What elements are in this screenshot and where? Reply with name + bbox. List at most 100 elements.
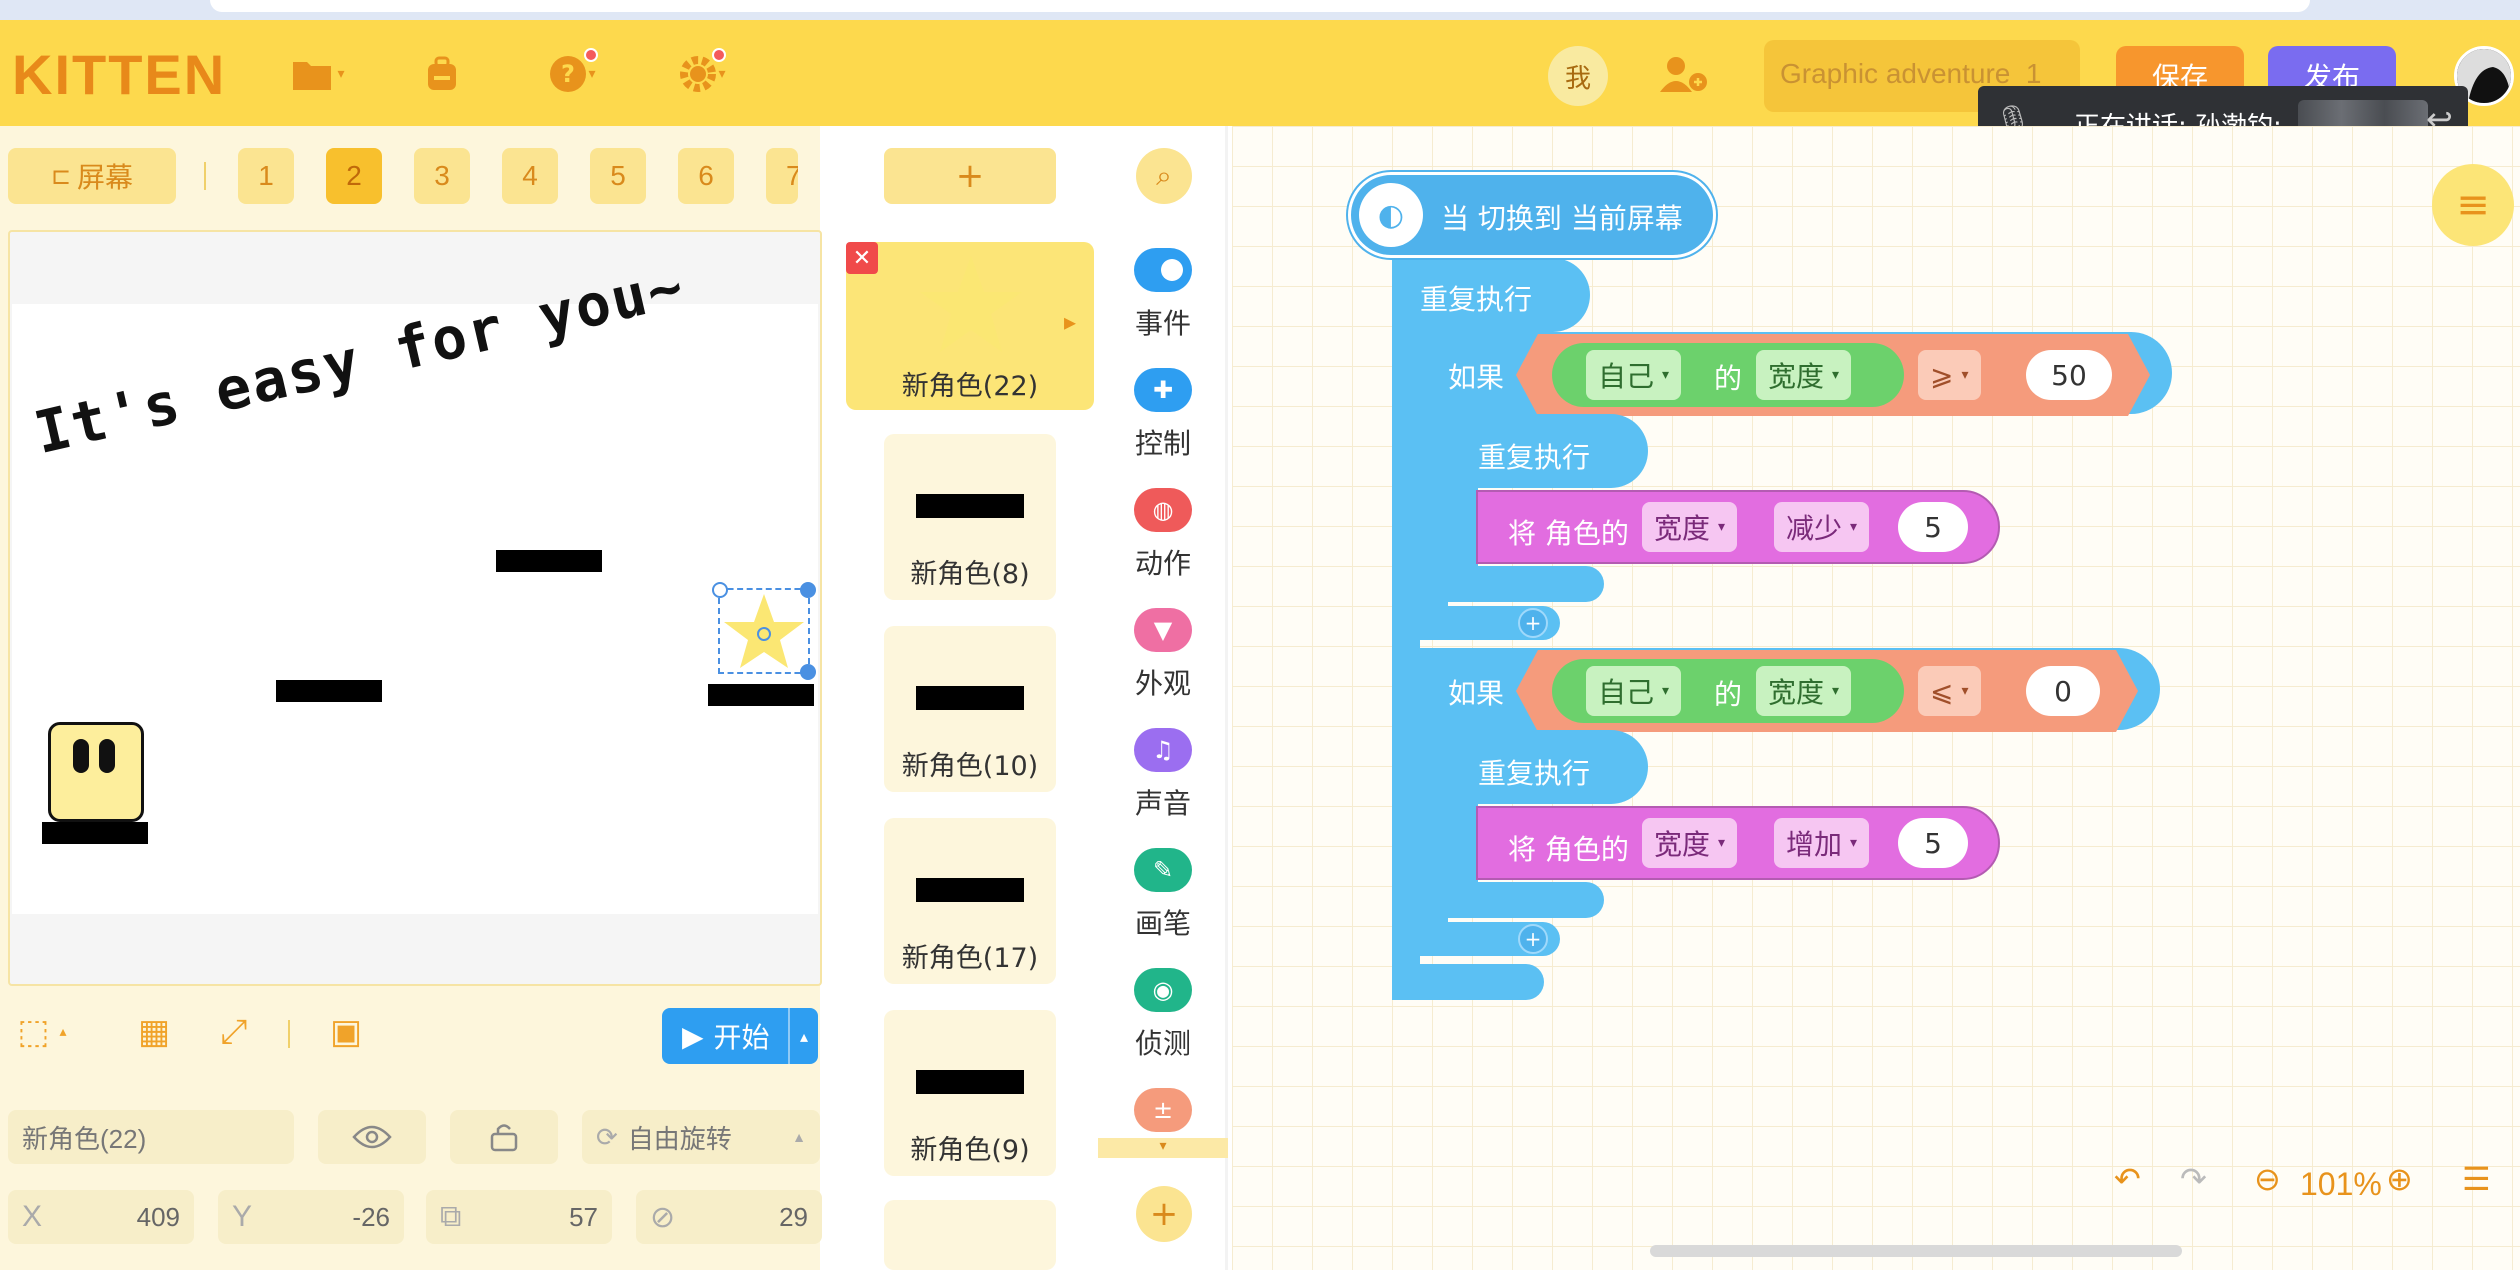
sprite-card[interactable]: 新角色(17)	[884, 818, 1056, 984]
repeat-block-arm	[1392, 258, 1420, 998]
me-button[interactable]: 我	[1548, 46, 1608, 106]
number-input[interactable]: 0	[2026, 666, 2100, 716]
size-field[interactable]: ⧉ 57	[426, 1190, 612, 1244]
category-looks[interactable]: ▼ 外观	[1098, 608, 1228, 702]
operator-dropdown[interactable]: ⩾ ▾	[1918, 350, 1981, 400]
chevron-down-icon: ▾	[1718, 519, 1726, 535]
number-input[interactable]: 5	[1898, 818, 1968, 868]
screen-tab-5[interactable]: 5	[590, 148, 646, 204]
search-icon[interactable]: ⌕	[1136, 148, 1192, 204]
verb-value: 减少	[1786, 512, 1843, 545]
add-extension-button[interactable]: +	[1136, 1186, 1192, 1242]
sprite-card[interactable]: 新角色(8)	[884, 434, 1056, 600]
category-sound[interactable]: ♫ 声音	[1098, 728, 1228, 822]
screen-button[interactable]: ⊏ 屏幕	[8, 148, 176, 204]
address-bar[interactable]	[210, 0, 2310, 12]
redo-icon[interactable]: ↷	[2180, 1160, 2207, 1198]
sprite-name-field[interactable]: 新角色(22)	[8, 1110, 294, 1164]
help-icon[interactable]: ? ▾	[544, 46, 600, 102]
category-pen[interactable]: ✎ 画笔	[1098, 848, 1228, 942]
chevron-right-icon[interactable]: ▸	[1064, 308, 1076, 336]
player-sprite[interactable]	[48, 722, 144, 822]
property-dropdown[interactable]: 宽度 ▾	[1756, 666, 1852, 716]
sprite-name: 新角色(8)	[910, 559, 1030, 590]
close-icon[interactable]: ✕	[846, 242, 878, 274]
direction-field[interactable]: ⊘ 29	[636, 1190, 822, 1244]
zoom-in-icon[interactable]: ⊕	[2386, 1160, 2413, 1198]
category-events[interactable]: 事件	[1098, 248, 1228, 342]
platform-sprite[interactable]	[496, 550, 602, 572]
brush-icon: ✎	[1134, 848, 1192, 892]
grid-icon[interactable]: ▦	[130, 1008, 178, 1056]
unlock-icon[interactable]	[450, 1110, 558, 1164]
repeat-block-foot	[1448, 882, 1604, 918]
sprite-card[interactable]: 新角色(9)	[884, 1010, 1056, 1176]
screen-icon: ⊏	[50, 162, 72, 190]
category-sensing[interactable]: ◉ 侦测	[1098, 968, 1228, 1062]
backpack-icon[interactable]	[414, 46, 470, 102]
if-block-arm	[1420, 648, 1448, 954]
add-branch-icon[interactable]: +	[1518, 608, 1548, 638]
number-input[interactable]: 5	[1898, 502, 1968, 552]
category-motion[interactable]: ◍ 动作	[1098, 488, 1228, 582]
preview-icon[interactable]: ▣	[322, 1008, 370, 1056]
sprite-card[interactable]: 新角色(10)	[884, 626, 1056, 792]
svg-text:?: ?	[562, 60, 576, 88]
change-verb-dropdown[interactable]: 增加 ▾	[1774, 818, 1870, 868]
screen-tab-7[interactable]: 7	[766, 148, 798, 204]
property-dropdown[interactable]: 宽度 ▾	[1642, 818, 1738, 868]
x-field[interactable]: X 409	[8, 1190, 194, 1244]
y-field[interactable]: Y -26	[218, 1190, 404, 1244]
chevron-down-icon: ▾	[1961, 367, 1969, 383]
chevron-down-icon: ▾	[1850, 519, 1858, 535]
change-verb-dropdown[interactable]: 减少 ▾	[1774, 502, 1870, 552]
chevron-down-icon: ▾	[1832, 683, 1840, 699]
of-label: 的	[1714, 362, 1743, 395]
settings-icon[interactable]: ▾	[674, 46, 730, 102]
platform-sprite[interactable]	[276, 680, 382, 702]
stage-size-icon[interactable]: ⬚ ▴	[17, 1008, 66, 1056]
screen-tab-2[interactable]: 2	[326, 148, 382, 204]
start-button[interactable]: ▶ 开始 ▴	[662, 1008, 818, 1064]
property-dropdown[interactable]: 宽度 ▾	[1756, 350, 1852, 400]
block-search-icon[interactable]: ≡	[2432, 164, 2514, 246]
property-dropdown[interactable]: 宽度 ▾	[1642, 502, 1738, 552]
object-dropdown[interactable]: 自己 ▾	[1586, 350, 1682, 400]
start-options-icon[interactable]: ▴	[788, 1008, 818, 1064]
category-operators[interactable]: ±	[1098, 1088, 1228, 1132]
selected-star-sprite[interactable]	[712, 582, 816, 680]
sprite-card[interactable]: ▸ 新角色(22)	[846, 242, 1094, 410]
screen-tab-1[interactable]: 1	[238, 148, 294, 204]
zoom-out-icon[interactable]: ⊖	[2254, 1160, 2281, 1198]
rotate-handle-icon[interactable]	[800, 582, 816, 598]
horizontal-scrollbar[interactable]	[1650, 1245, 2182, 1257]
repeat-label: 重复执行	[1420, 283, 1533, 316]
visibility-eye-icon[interactable]	[318, 1110, 426, 1164]
undo-icon[interactable]: ↶	[2114, 1160, 2141, 1198]
number-input[interactable]: 50	[2026, 350, 2112, 400]
platform-sprite[interactable]	[42, 822, 148, 844]
operator-dropdown[interactable]: ⩽ ▾	[1918, 666, 1981, 716]
screen-tab-4[interactable]: 4	[502, 148, 558, 204]
add-sprite-button[interactable]: +	[884, 148, 1056, 204]
chevron-up-icon: ▲	[792, 1129, 806, 1145]
add-branch-icon[interactable]: +	[1518, 924, 1548, 954]
more-handle-icon[interactable]	[712, 582, 728, 598]
screen-tab-6[interactable]: 6	[678, 148, 734, 204]
rotation-mode-select[interactable]: ⟳ 自由旋转 ▲	[582, 1110, 820, 1164]
screen-tab-3[interactable]: 3	[414, 148, 470, 204]
chevron-down-icon: ▾	[1832, 367, 1840, 383]
folder-icon[interactable]: ▾	[290, 46, 346, 102]
fullscreen-icon[interactable]: ⤢	[210, 1008, 258, 1056]
sprite-thumbnail	[916, 494, 1024, 518]
sprite-card[interactable]	[884, 1200, 1056, 1270]
resize-handle-icon[interactable]	[800, 664, 816, 680]
property-value: 宽度	[1768, 676, 1825, 709]
when-screen-switched-block[interactable]: ◐ 当 切换到 当前屏幕	[1348, 172, 1716, 258]
align-blocks-icon[interactable]: ☰	[2462, 1160, 2491, 1198]
scroll-down-icon[interactable]: ▾	[1098, 1138, 1228, 1158]
category-control[interactable]: ✚ 控制	[1098, 368, 1228, 462]
platform-sprite[interactable]	[708, 684, 814, 706]
object-dropdown[interactable]: 自己 ▾	[1586, 666, 1682, 716]
add-user-icon[interactable]	[1656, 46, 1712, 102]
